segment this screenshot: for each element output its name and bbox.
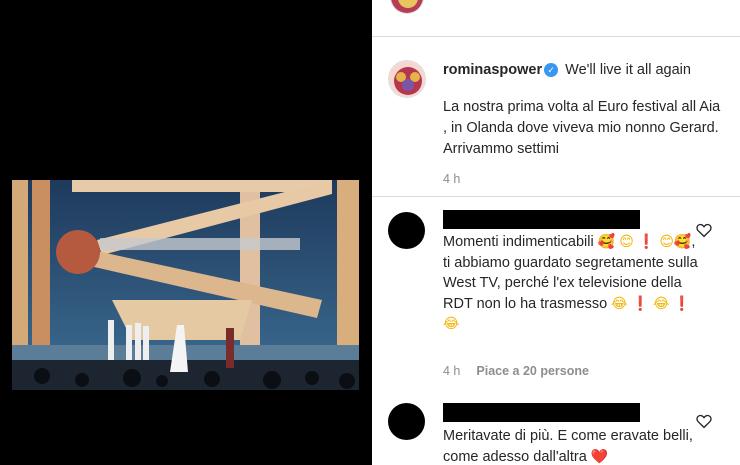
emoji: ❗ <box>673 295 691 312</box>
emoji: ❗ <box>631 295 649 312</box>
comment-text-part: Momenti indimenticabili <box>443 234 594 250</box>
post-timestamp[interactable]: 4 h <box>443 172 460 186</box>
emoji: 😂 <box>611 295 628 312</box>
post-panel: rominaspower ✓ We'll live it all again La… <box>372 0 740 465</box>
comment-text: Momenti indimenticabili 🥰 😊 ❗ 😊🥰, ti abb… <box>443 234 698 332</box>
emoji: 🥰 <box>597 234 616 250</box>
comment-likes[interactable]: Piace a 20 persone <box>476 364 589 378</box>
comment-avatar[interactable] <box>388 403 425 440</box>
redacted-username <box>443 403 640 422</box>
caption-body: La nostra prima volta al Euro festival a… <box>443 99 721 157</box>
header-avatar[interactable] <box>390 0 424 14</box>
emoji: 😊 <box>659 234 674 250</box>
header-divider <box>372 36 740 37</box>
emoji: ❤️ <box>590 448 609 465</box>
media-viewer <box>0 0 372 465</box>
emoji: 😊 <box>619 234 634 250</box>
comment-avatar[interactable] <box>388 212 425 249</box>
caption-title: We'll live it all again <box>565 62 691 78</box>
profile-picture <box>389 61 425 97</box>
emoji: 😂 <box>653 295 670 312</box>
redacted-username <box>443 210 640 229</box>
heart-icon[interactable] <box>695 221 713 239</box>
video-frame[interactable] <box>12 180 359 390</box>
avatar[interactable] <box>388 60 426 98</box>
username[interactable]: rominaspower <box>443 62 542 78</box>
verified-badge-icon: ✓ <box>544 63 559 77</box>
comment-time[interactable]: 4 h <box>443 364 460 378</box>
post-time[interactable]: 4 h <box>443 172 460 186</box>
comment-text: Meritavate di più. E come eravate belli,… <box>443 426 698 465</box>
comment-meta: 4 h Piace a 20 persone <box>443 364 589 378</box>
stage-scene <box>12 180 359 390</box>
heart-icon[interactable] <box>695 412 713 430</box>
emoji: 🥰 <box>673 234 692 250</box>
emoji: ❗ <box>637 234 656 250</box>
emoji: 😂 <box>443 316 460 332</box>
post-caption: rominaspower ✓ We'll live it all again La… <box>443 60 728 160</box>
caption-divider <box>372 196 740 197</box>
comment-text-part: Meritavate di più. E come eravate belli,… <box>443 428 693 465</box>
